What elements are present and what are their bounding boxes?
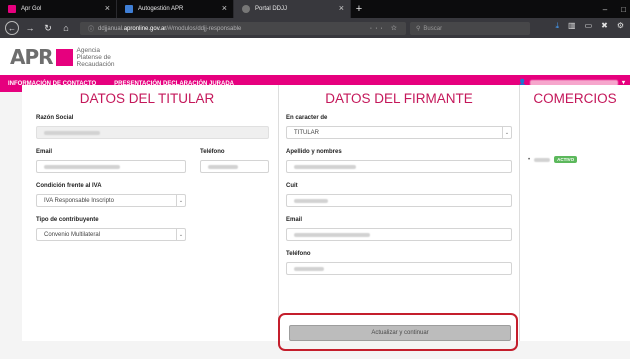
sidebar-icon[interactable]: ▭ [585, 21, 593, 31]
browser-tab-strip: Apr Gol × Autogestión APR × Portal DDJJ … [0, 0, 630, 18]
reload-icon[interactable]: ↻ [41, 21, 55, 35]
comercios-title: COMERCIOS [533, 91, 617, 106]
cuit-label: Cuit [286, 183, 298, 189]
browser-tab-autogestion[interactable]: Autogestión APR × [117, 0, 234, 18]
library-icon[interactable]: ▥ [568, 21, 576, 31]
apellido-field[interactable] [286, 160, 512, 173]
firmante-section: DATOS DEL FIRMANTE [278, 85, 520, 341]
url-bar[interactable]: ⓘ ddjjanual.apronline.gov.ar/#/modulos/d… [80, 22, 406, 35]
comercios-section: COMERCIOS [520, 85, 630, 106]
search-icon: ⚲ [416, 26, 421, 32]
firmante-email-label: Email [286, 217, 303, 223]
chevron-down-icon: ⌄ [502, 127, 511, 138]
forward-arrow-icon[interactable]: → [23, 21, 37, 35]
bullet: • [528, 156, 531, 163]
telefono-field[interactable] [200, 160, 269, 173]
gear-favicon-icon [242, 5, 250, 13]
autogestion-favicon-icon [125, 5, 133, 13]
close-tab-icon[interactable]: × [339, 3, 344, 13]
firmante-email-field[interactable] [286, 228, 512, 241]
site-header: APR Agencia Platense de Recaudación [0, 38, 630, 75]
iva-label: Condición frente al IVA [36, 183, 102, 189]
form-panel: DATOS DEL TITULAR Razón Social Email Tel… [22, 85, 630, 341]
tab-title: Apr Gol [21, 6, 42, 12]
highlight-annotation [278, 313, 518, 351]
minimize-icon[interactable]: – [603, 5, 607, 14]
iva-select[interactable]: IVA Responsable Inscripto ⌄ [36, 194, 186, 207]
titular-title: DATOS DEL TITULAR [79, 91, 215, 106]
logo-square [55, 49, 73, 66]
razon-social-field [36, 126, 269, 139]
tab-title: Autogestión APR [138, 6, 184, 12]
email-field[interactable] [36, 160, 186, 173]
info-icon: ⓘ [88, 27, 95, 33]
apellido-label: Apellido y nombres [286, 149, 342, 155]
close-tab-icon[interactable]: × [222, 3, 227, 13]
menu-icon[interactable]: ⚙ [617, 21, 624, 31]
maximize-icon[interactable]: □ [621, 5, 626, 14]
telefono-label: Teléfono [200, 149, 225, 155]
email-label: Email [36, 149, 53, 155]
comercio-name [534, 157, 551, 162]
tab-title: Portal DDJJ [255, 6, 288, 12]
apr-favicon-icon [8, 5, 16, 13]
search-input[interactable]: ⚲ Buscar [410, 22, 530, 35]
caracter-label: En caracter de [286, 115, 328, 121]
status-badge: ACTIVO [554, 156, 578, 163]
tipo-contribuyente-label: Tipo de contribuyente [36, 217, 99, 223]
logo-caption: Agencia Platense de Recaudación [76, 47, 115, 68]
download-icon[interactable]: ⤓ [555, 21, 559, 31]
new-tab-button[interactable]: + [351, 0, 367, 18]
caracter-select[interactable]: TITULAR ⌄ [286, 126, 512, 139]
url-text: ddjjanual.apronline.gov.ar/#/modulos/ddj… [98, 25, 242, 32]
firmante-title: DATOS DEL FIRMANTE [325, 91, 473, 106]
close-tab-icon[interactable]: × [105, 3, 110, 13]
razon-social-label: Razón Social [36, 115, 74, 121]
tipo-contribuyente-select[interactable]: Convenio Multilateral ⌄ [36, 228, 186, 241]
apr-logo[interactable]: APR Agencia Platense de Recaudación [10, 47, 115, 68]
page-actions-icon[interactable]: ··· ☆ [370, 24, 400, 32]
window-controls: – □ [603, 0, 626, 18]
firmante-telefono-label: Teléfono [286, 251, 311, 257]
firmante-telefono-field[interactable] [286, 262, 512, 275]
tools-icon[interactable]: ✖ [601, 21, 608, 31]
cuit-field[interactable] [286, 194, 512, 207]
navigation-bar: ← → ↻ ⌂ ⓘ ddjjanual.apronline.gov.ar/#/m… [0, 18, 630, 38]
browser-tab-apr-gol[interactable]: Apr Gol × [0, 0, 117, 18]
toolbar-icons: ⤓ ▥ ▭ ✖ ⚙ [555, 21, 624, 31]
comercio-list-item[interactable]: • ACTIVO [528, 156, 578, 163]
home-icon[interactable]: ⌂ [59, 21, 73, 35]
browser-tab-portal-ddjj[interactable]: Portal DDJJ × [234, 0, 351, 18]
titular-section: DATOS DEL TITULAR [22, 85, 272, 106]
chevron-down-icon: ⌄ [176, 229, 185, 240]
chevron-down-icon: ⌄ [176, 195, 185, 206]
back-arrow-icon[interactable]: ← [5, 21, 19, 35]
logo-text: APR [10, 45, 54, 69]
